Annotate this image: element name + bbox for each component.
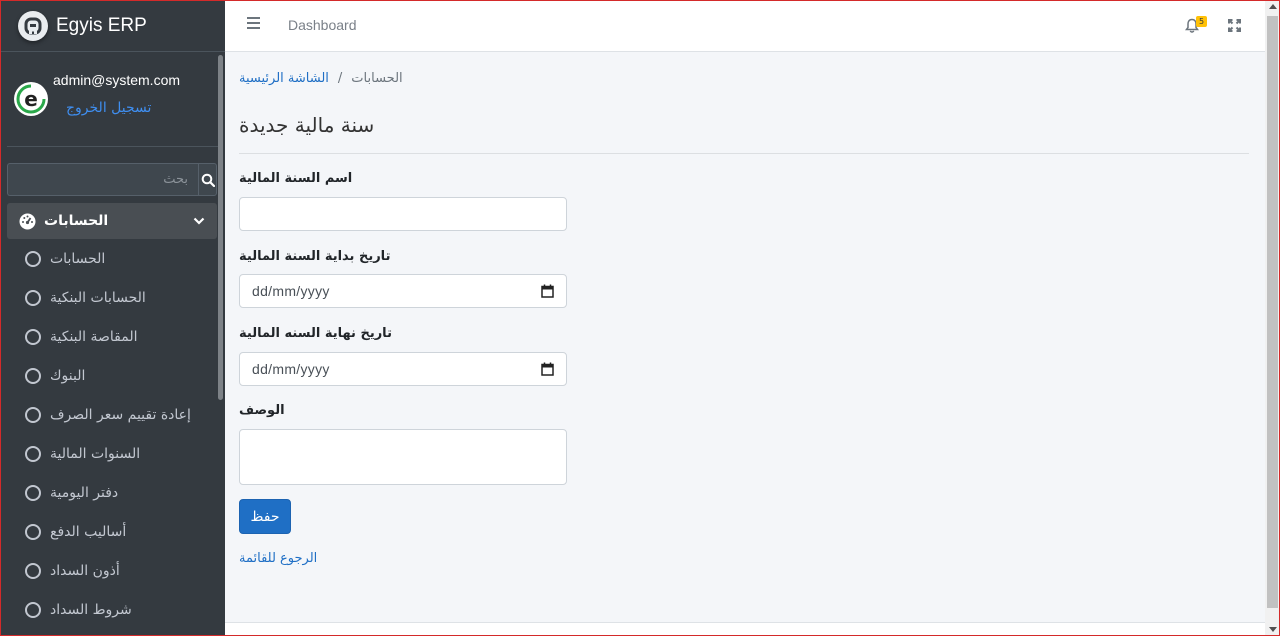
start-date-placeholder: dd/mm/yyyy: [252, 283, 330, 299]
sidebar: Egyis ERP e admin@system.com تسجيل الخرو…: [0, 0, 225, 636]
circle-icon: [25, 406, 41, 423]
brand-logo-icon: [18, 10, 48, 41]
breadcrumb-home-link[interactable]: الشاشة الرئيسية: [239, 71, 329, 86]
sidebar-item-fiscal-years[interactable]: السنوات المالية: [7, 434, 217, 473]
menu-toggle-icon[interactable]: [247, 17, 260, 29]
sidebar-item-label: أساليب الدفع: [50, 523, 127, 540]
start-date-label: تاريخ بداية السنة المالية: [239, 249, 391, 264]
main-content: الشاشة الرئيسية / الحسابات سنة مالية جدي…: [225, 52, 1265, 636]
scroll-up-icon[interactable]: [1269, 4, 1277, 9]
sidebar-item-label: أذون السداد: [50, 562, 120, 579]
sidebar-search: [7, 163, 217, 196]
sidebar-nav: الحسابات الحسابات الحسابات البنكية المقا…: [7, 203, 217, 629]
svg-text:e: e: [24, 87, 38, 111]
footer: [225, 622, 1265, 636]
sidebar-item-label: دفتر اليومية: [50, 484, 119, 501]
sidebar-item-accounts[interactable]: الحسابات: [7, 239, 217, 278]
back-to-list-link[interactable]: الرجوع للقائمة: [239, 551, 317, 566]
top-navbar: Dashboard 5: [225, 0, 1265, 52]
sidebar-item-label: البنوك: [50, 367, 86, 384]
sidebar-item-exchange-revaluation[interactable]: إعادة تقييم سعر الصرف: [7, 395, 217, 434]
sidebar-group-label: الحسابات: [44, 213, 109, 229]
logout-link[interactable]: تسجيل الخروج: [66, 100, 151, 116]
page-title: سنة مالية جديدة: [239, 113, 375, 137]
sidebar-item-banks[interactable]: البنوك: [7, 356, 217, 395]
circle-icon: [25, 562, 41, 579]
end-date-label: تاريخ نهاية السنه المالية: [239, 326, 392, 341]
sidebar-item-label: الحسابات: [50, 250, 106, 267]
circle-icon: [25, 484, 41, 501]
chevron-down-icon: [193, 217, 205, 225]
sidebar-item-bank-clearing[interactable]: المقاصة البنكية: [7, 317, 217, 356]
sidebar-item-label: إعادة تقييم سعر الصرف: [50, 406, 191, 423]
fiscal-year-name-input[interactable]: [239, 197, 567, 231]
user-email[interactable]: admin@system.com: [53, 72, 180, 88]
calendar-icon[interactable]: [541, 362, 554, 376]
page-scrollbar[interactable]: [1265, 0, 1280, 636]
divider: [239, 153, 1249, 154]
calendar-icon[interactable]: [541, 284, 554, 298]
circle-icon: [25, 328, 41, 345]
sidebar-item-label: شروط السداد: [50, 601, 132, 618]
end-date-input[interactable]: dd/mm/yyyy: [239, 352, 567, 386]
sidebar-item-payment-terms[interactable]: شروط السداد: [7, 590, 217, 629]
start-date-input[interactable]: dd/mm/yyyy: [239, 274, 567, 308]
search-icon: [201, 173, 215, 187]
sidebar-scrollbar[interactable]: [218, 55, 223, 400]
tachometer-icon: [19, 213, 36, 229]
end-date-placeholder: dd/mm/yyyy: [252, 361, 330, 377]
description-textarea[interactable]: [239, 429, 567, 485]
dashboard-link[interactable]: Dashboard: [288, 17, 357, 33]
brand-link[interactable]: Egyis ERP: [0, 0, 225, 52]
description-label: الوصف: [239, 403, 285, 418]
circle-icon: [25, 523, 41, 540]
circle-icon: [25, 250, 41, 267]
sidebar-item-payment-methods[interactable]: أساليب الدفع: [7, 512, 217, 551]
save-button[interactable]: حفظ: [239, 499, 291, 534]
sidebar-item-payment-orders[interactable]: أذون السداد: [7, 551, 217, 590]
sidebar-item-accounts-group[interactable]: الحسابات: [7, 203, 217, 239]
circle-icon: [25, 601, 41, 618]
sidebar-item-journal[interactable]: دفتر اليومية: [7, 473, 217, 512]
scrollbar-thumb[interactable]: [1267, 16, 1278, 608]
sidebar-item-label: السنوات المالية: [50, 445, 141, 462]
search-button[interactable]: [198, 163, 217, 196]
sidebar-item-label: المقاصة البنكية: [50, 328, 138, 345]
circle-icon: [25, 445, 41, 462]
notification-badge: 5: [1196, 16, 1207, 27]
search-input[interactable]: [7, 163, 198, 196]
user-panel: e admin@system.com تسجيل الخروج: [7, 52, 218, 147]
sidebar-item-label: الحسابات البنكية: [50, 289, 146, 306]
circle-icon: [25, 367, 41, 384]
breadcrumb: الشاشة الرئيسية / الحسابات: [239, 71, 403, 86]
fiscal-year-name-label: اسم السنة المالية: [239, 171, 353, 186]
breadcrumb-separator: /: [337, 71, 343, 86]
circle-icon: [25, 289, 41, 306]
brand-name: Egyis ERP: [56, 14, 147, 36]
sidebar-item-bank-accounts[interactable]: الحسابات البنكية: [7, 278, 217, 317]
breadcrumb-current: الحسابات: [351, 71, 403, 86]
scroll-down-icon[interactable]: [1269, 627, 1277, 632]
fullscreen-icon[interactable]: [1228, 19, 1241, 32]
avatar[interactable]: e: [14, 82, 48, 116]
